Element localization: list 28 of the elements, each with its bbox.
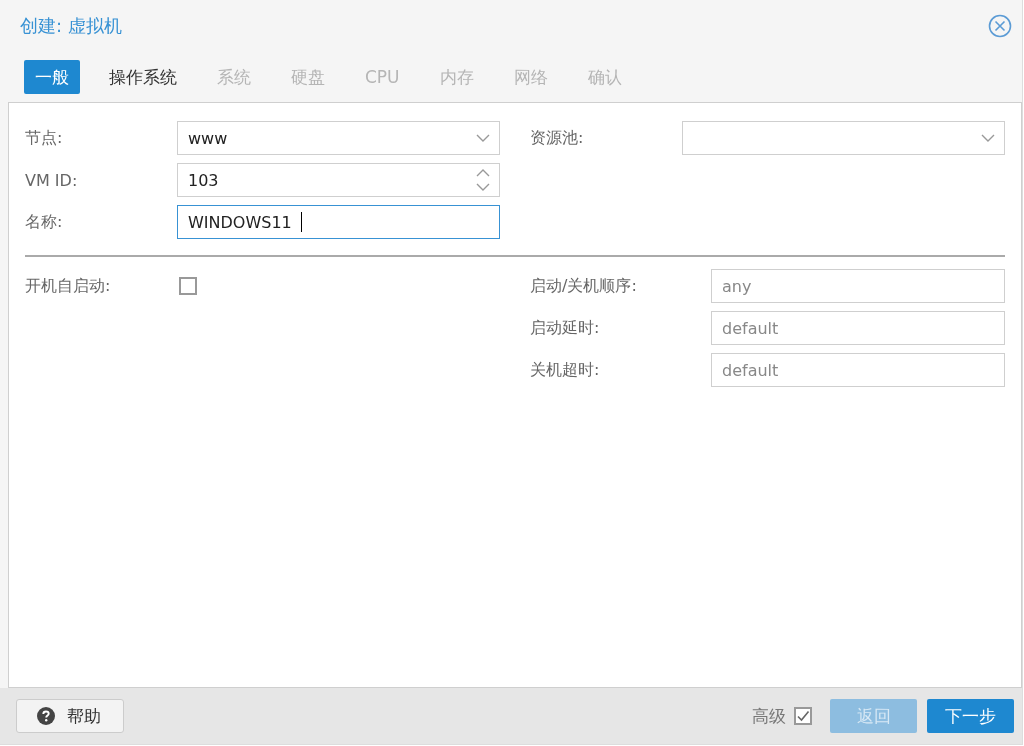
next-button[interactable]: 下一步 xyxy=(927,699,1014,733)
advanced-label: 高级 xyxy=(752,704,786,728)
input-field[interactable]: WINDOWS11 xyxy=(177,205,500,239)
number-field[interactable]: 103 xyxy=(177,163,500,197)
checkbox[interactable] xyxy=(179,277,197,295)
field-label: VM ID: xyxy=(25,170,79,190)
help-button[interactable]: 帮助 xyxy=(16,699,124,733)
field-label: 启动延时: xyxy=(530,317,601,339)
chevron-down-icon xyxy=(476,134,490,142)
field-label: 名称: xyxy=(25,211,64,233)
input-field[interactable]: any xyxy=(711,269,1005,303)
input-field[interactable]: default xyxy=(711,311,1005,345)
field-label: 关机超时: xyxy=(530,359,601,381)
tab[interactable]: 操作系统 xyxy=(98,60,188,94)
dropdown-field[interactable]: www xyxy=(177,121,500,155)
field-label: 节点: xyxy=(25,127,64,149)
up-down-chevrons-icon xyxy=(476,169,490,191)
window-title: 创建: 虚拟机 xyxy=(20,14,123,38)
field-label: 开机自启动: xyxy=(25,275,112,297)
field-label: 资源池: xyxy=(530,127,585,149)
field-label: 启动/关机顺序: xyxy=(530,275,638,297)
advanced-checkbox[interactable] xyxy=(794,707,812,725)
chevron-down-icon xyxy=(981,134,995,142)
tab[interactable]: 一般 xyxy=(24,60,80,94)
help-icon xyxy=(37,707,55,725)
close-icon[interactable] xyxy=(988,14,1012,38)
dropdown-field[interactable] xyxy=(682,121,1005,155)
input-field[interactable]: default xyxy=(711,353,1005,387)
